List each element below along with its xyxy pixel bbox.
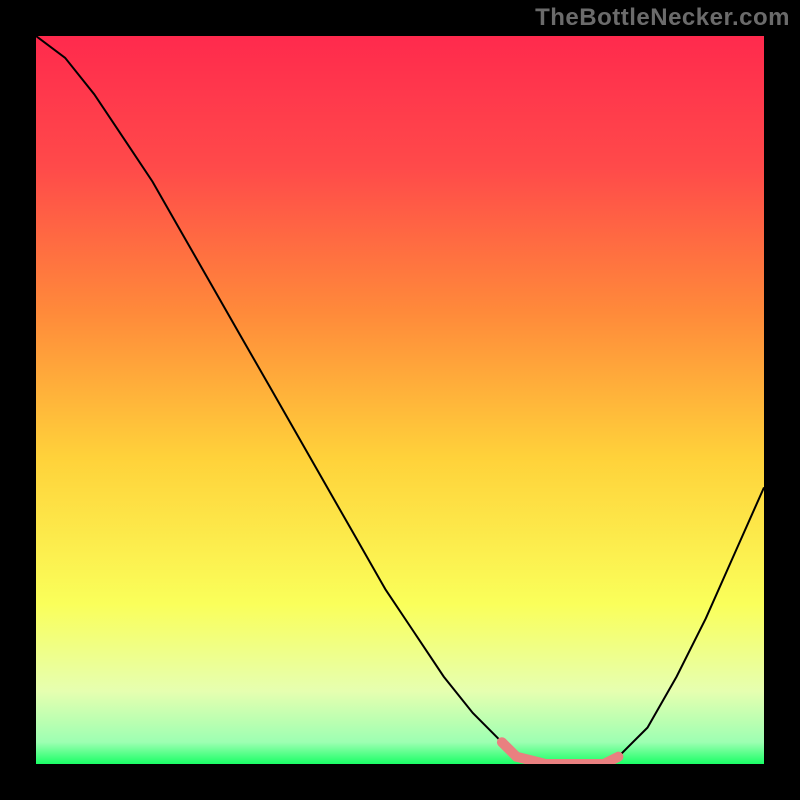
chart-container: TheBottleNecker.com	[0, 0, 800, 800]
watermark: TheBottleNecker.com	[535, 4, 790, 32]
bottleneck-chart	[36, 36, 764, 764]
chart-svg	[36, 36, 764, 764]
gradient-background	[36, 36, 764, 764]
